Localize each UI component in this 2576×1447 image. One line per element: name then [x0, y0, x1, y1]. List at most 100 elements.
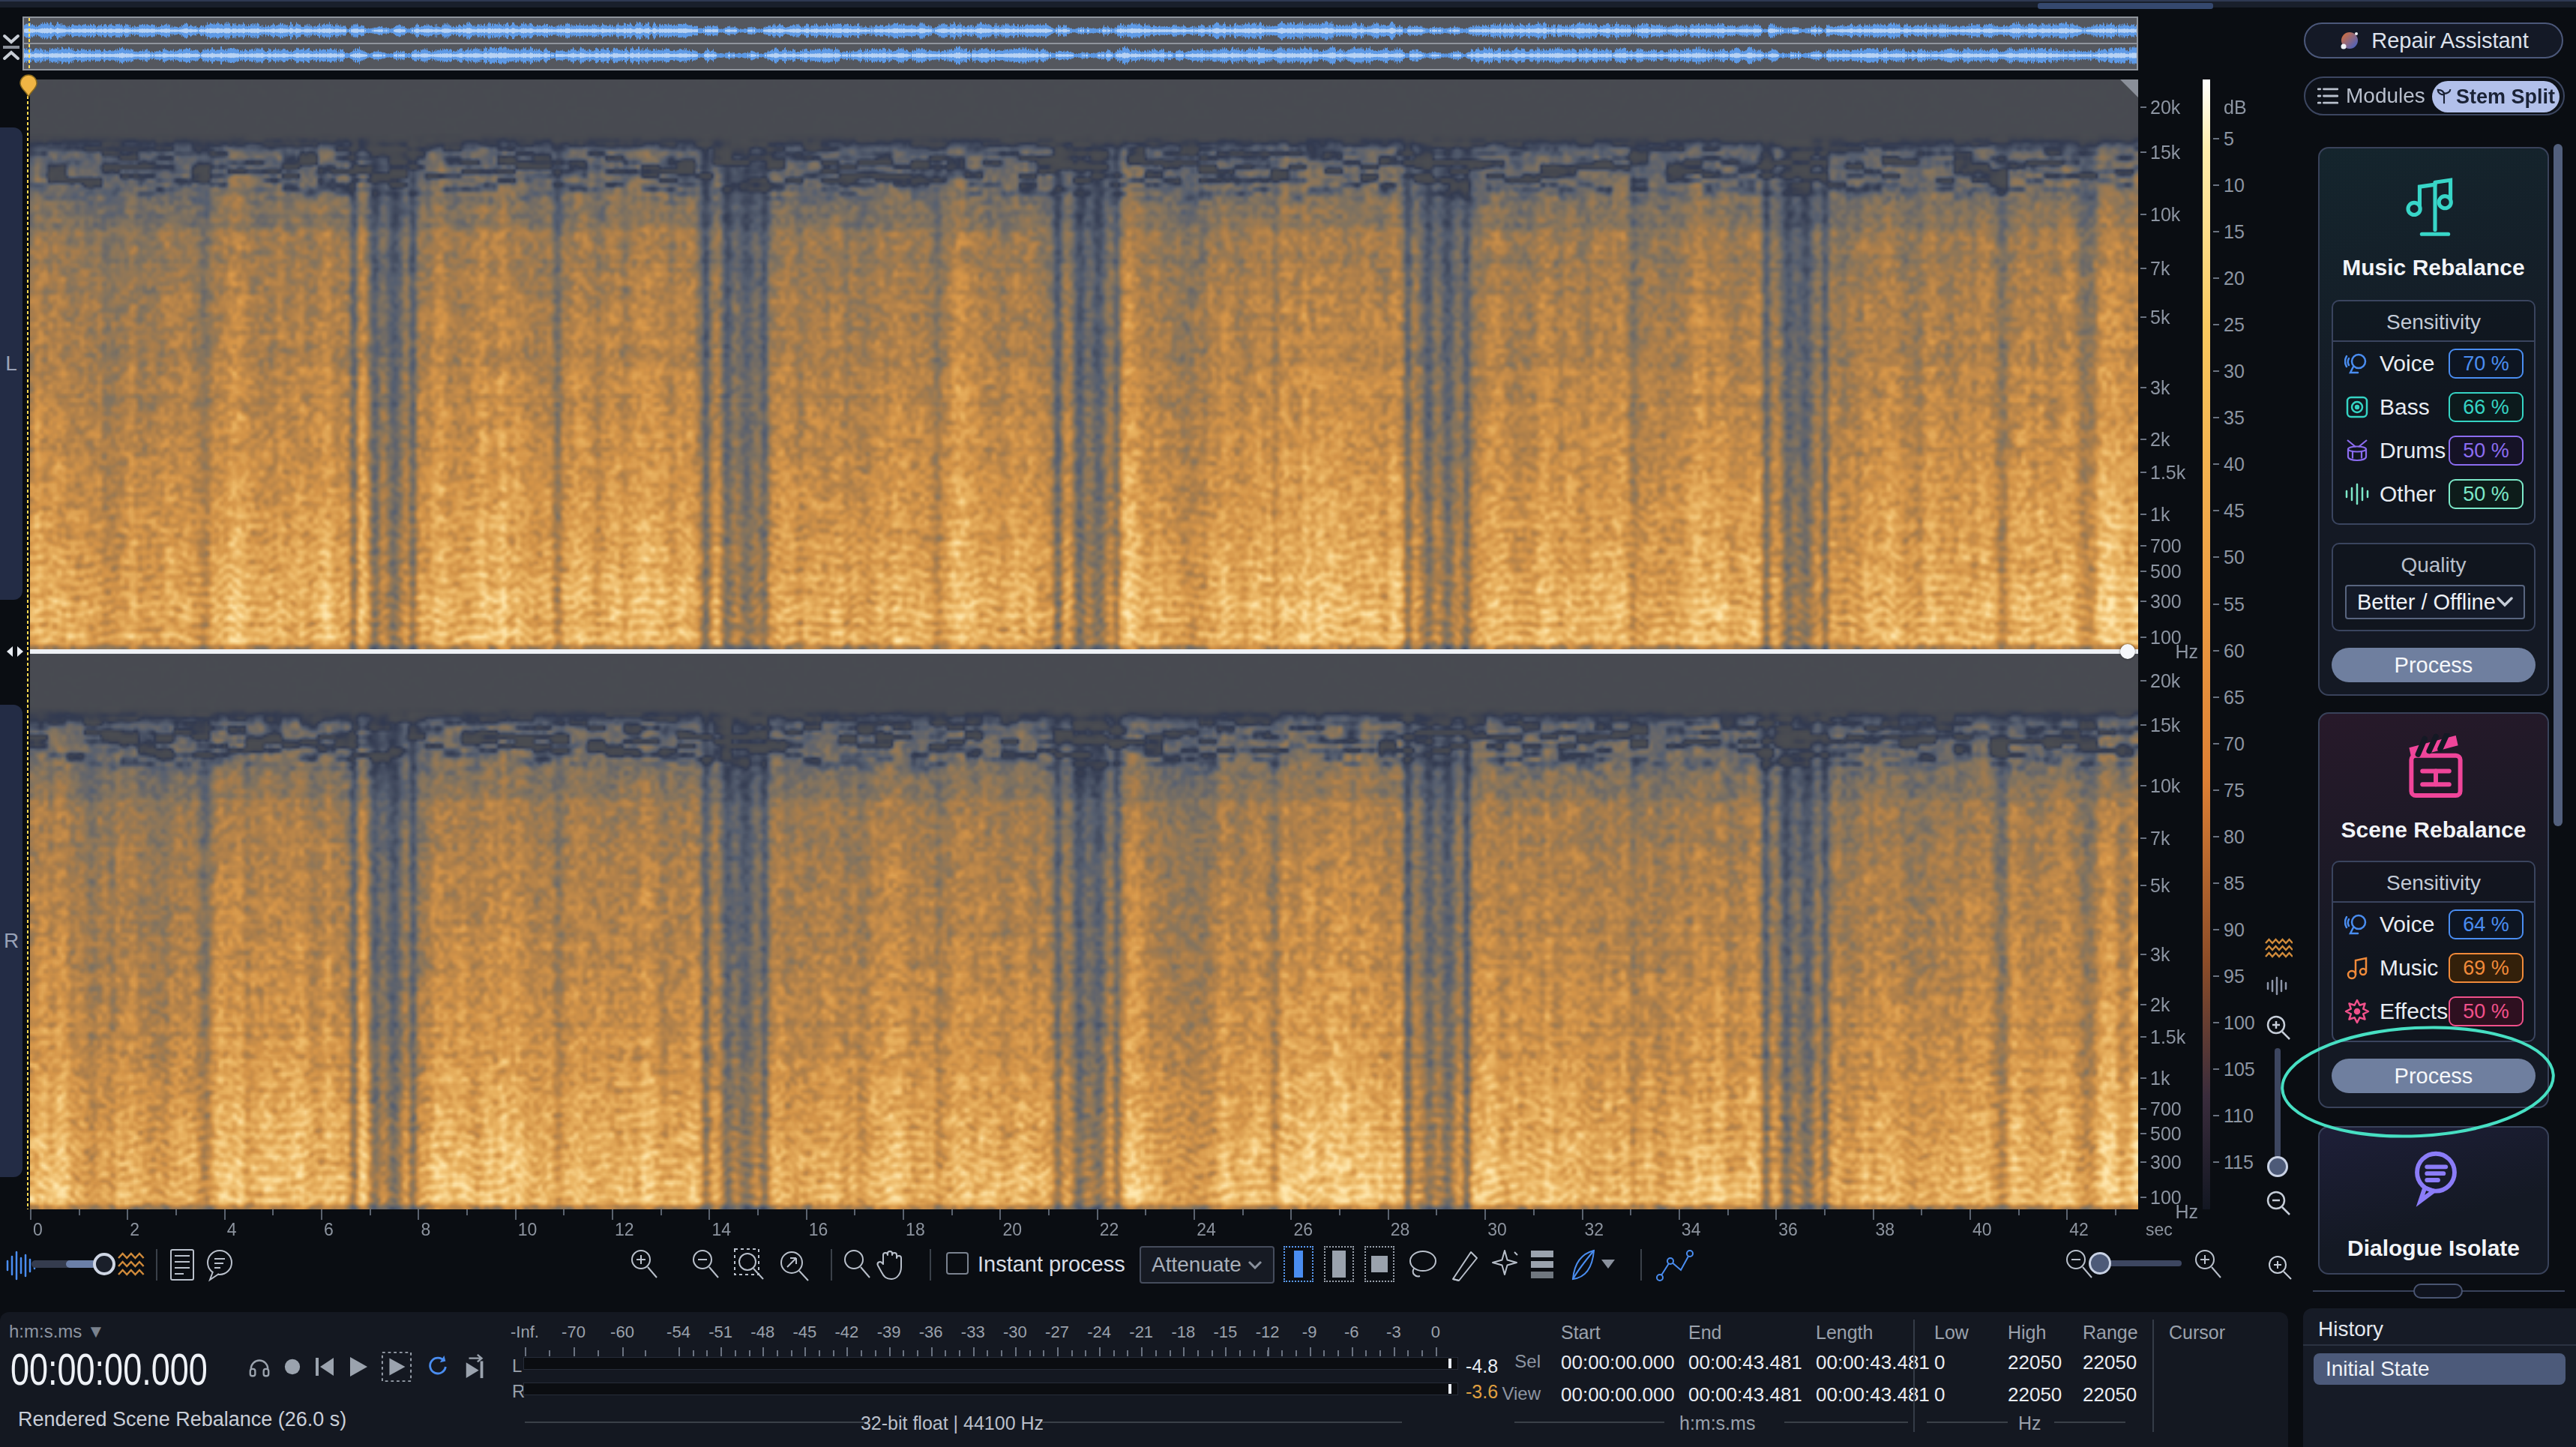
play-selection-button[interactable] — [381, 1351, 412, 1383]
channel-tab-left[interactable]: L — [0, 127, 22, 600]
feather-brush-icon[interactable] — [1568, 1248, 1598, 1284]
corner-resize-handle[interactable] — [2120, 79, 2138, 97]
playhead-marker-pin[interactable] — [18, 73, 39, 108]
time-ruler[interactable]: 024681012141618202224262830323436384042s… — [30, 1209, 2219, 1242]
layers-list-icon[interactable] — [1531, 1251, 1553, 1278]
channel-divider[interactable] — [30, 649, 2138, 654]
scene-value[interactable]: 64 % — [2449, 909, 2524, 939]
dialogue-isolate-module[interactable]: Dialogue Isolate — [2318, 1126, 2549, 1275]
db-scale-label: 15 — [2224, 221, 2245, 243]
meter-scale-label: -12 — [1256, 1323, 1280, 1342]
blend-slider[interactable] — [31, 1260, 107, 1268]
event-list-icon[interactable] — [169, 1248, 196, 1282]
meter-scale-label: -60 — [610, 1323, 634, 1342]
zoom-in-icon[interactable] — [628, 1248, 660, 1282]
music-value[interactable]: 70 % — [2449, 349, 2524, 379]
time-freq-selection-tool[interactable] — [1324, 1246, 1354, 1282]
loop-button[interactable] — [424, 1354, 450, 1380]
playhead-overview[interactable] — [28, 18, 30, 69]
modules-tab[interactable]: Modules — [2305, 84, 2425, 108]
panel-resize-handle[interactable] — [2413, 1284, 2463, 1299]
brush-tool-icon[interactable] — [1448, 1248, 1480, 1284]
music-process-button[interactable]: Process — [2332, 648, 2536, 682]
blend-slider-knob[interactable] — [93, 1253, 115, 1275]
freq-value: 22050 — [2083, 1383, 2137, 1407]
music-value[interactable]: 50 % — [2449, 479, 2524, 509]
zoom-in-time-icon[interactable] — [2192, 1248, 2224, 1282]
waveform-channel-divider — [24, 43, 2137, 44]
waveform-mode-icon[interactable] — [2266, 976, 2291, 996]
scene-value[interactable]: 50 % — [2449, 996, 2524, 1026]
db-scale-label: 105 — [2224, 1059, 2255, 1080]
freq-value: 22050 — [2008, 1383, 2062, 1407]
db-scale-label: 35 — [2224, 407, 2245, 429]
play-to-end-button[interactable] — [462, 1354, 489, 1380]
spectrogram-mode-icon[interactable] — [2264, 937, 2293, 960]
scene-rebalance-module[interactable]: Scene Rebalance Sensitivity Voice 64 % M… — [2318, 712, 2549, 1108]
zoom-out-vertical-icon[interactable] — [2264, 1189, 2293, 1218]
ruler-label: 8 — [421, 1220, 430, 1240]
lasso-tool-icon[interactable] — [1406, 1248, 1439, 1284]
db-scale-label: 45 — [2224, 500, 2245, 522]
spectrogram-left-channel[interactable] — [30, 79, 2138, 649]
top-scrollbar[interactable] — [0, 0, 2576, 7]
spectrogram-settings-icon[interactable] — [116, 1251, 146, 1278]
time-format-selector[interactable]: h:m:s.ms ▼ — [9, 1321, 105, 1342]
quality-dropdown[interactable]: Better / Offline — [2345, 585, 2525, 619]
db-scale-label: 115 — [2224, 1152, 2254, 1173]
record-button[interactable] — [283, 1358, 301, 1376]
playhead-time-display[interactable]: 00:00:00.000 — [10, 1344, 208, 1395]
scene-process-button[interactable]: Process — [2332, 1059, 2536, 1093]
stem-split-tab[interactable]: Stem Split — [2432, 81, 2560, 112]
zoom-fit-icon[interactable] — [777, 1248, 811, 1282]
repair-assistant-button[interactable]: Repair Assistant — [2304, 22, 2563, 58]
scene-value[interactable]: 69 % — [2449, 953, 2524, 983]
divider-collapse-arrows[interactable] — [4, 645, 25, 658]
hand-tool-icon[interactable] — [874, 1248, 906, 1282]
ruler-label: 42 — [2069, 1220, 2089, 1240]
time-unit-label: h:m:s.ms — [1679, 1413, 1755, 1434]
skip-back-button[interactable] — [313, 1356, 336, 1378]
spectrogram-right-channel[interactable] — [30, 654, 2138, 1209]
waveform-overview[interactable] — [22, 16, 2138, 70]
automation-curve-icon[interactable] — [1655, 1248, 1694, 1284]
history-item[interactable]: Initial State — [2314, 1353, 2566, 1385]
panel-scrollbar[interactable] — [2554, 144, 2563, 826]
playhead-line[interactable] — [27, 75, 28, 1209]
overview-collapse-control[interactable] — [1, 16, 21, 63]
freq-selection-tool[interactable] — [1364, 1246, 1394, 1282]
attenuate-dropdown[interactable]: Attenuate — [1140, 1246, 1275, 1284]
channel-divider-handle[interactable] — [2120, 644, 2135, 659]
zoom-out-icon[interactable] — [690, 1248, 721, 1282]
spectrogram-view[interactable] — [30, 79, 2138, 1209]
channel-label-l: L — [5, 352, 17, 376]
instant-process-checkbox[interactable] — [946, 1252, 969, 1275]
vertical-zoom-knob[interactable] — [2267, 1156, 2288, 1177]
zoom-in-vertical-icon[interactable] — [2264, 1014, 2293, 1042]
music-value[interactable]: 66 % — [2449, 392, 2524, 422]
monitor-icon[interactable] — [247, 1355, 271, 1379]
play-button[interactable] — [348, 1356, 369, 1378]
repair-assistant-icon — [2338, 29, 2361, 52]
magic-wand-icon[interactable] — [1487, 1248, 1522, 1284]
voice-icon — [2344, 912, 2371, 937]
freq-value: 22050 — [2083, 1351, 2137, 1374]
freq-scale-label: 500 — [2150, 561, 2182, 583]
zoom-selection-icon[interactable] — [733, 1248, 768, 1282]
horizontal-zoom-knob[interactable] — [2089, 1252, 2111, 1275]
sensitivity-header: Sensitivity — [2333, 301, 2534, 340]
channel-tab-right[interactable]: R — [0, 705, 22, 1177]
time-selection-tool[interactable] — [1284, 1246, 1313, 1282]
sensitivity-header: Sensitivity — [2333, 862, 2534, 901]
comments-icon[interactable] — [204, 1248, 235, 1282]
music-rebalance-module[interactable]: Music Rebalance Sensitivity Voice 70 % B… — [2318, 147, 2549, 696]
vertical-zoom-slider[interactable] — [2275, 1048, 2281, 1158]
top-scrollbar-thumb[interactable] — [2038, 3, 2213, 9]
brush-dropdown-icon[interactable] — [1600, 1258, 1616, 1270]
freq-scale-label: 20k — [2150, 670, 2180, 692]
horizontal-zoom-slider[interactable] — [2092, 1260, 2182, 1266]
zoom-in-corner-icon[interactable] — [2266, 1254, 2296, 1284]
search-icon[interactable] — [841, 1248, 873, 1282]
db-scale-label: 10 — [2224, 175, 2245, 196]
music-value[interactable]: 50 % — [2449, 436, 2524, 466]
